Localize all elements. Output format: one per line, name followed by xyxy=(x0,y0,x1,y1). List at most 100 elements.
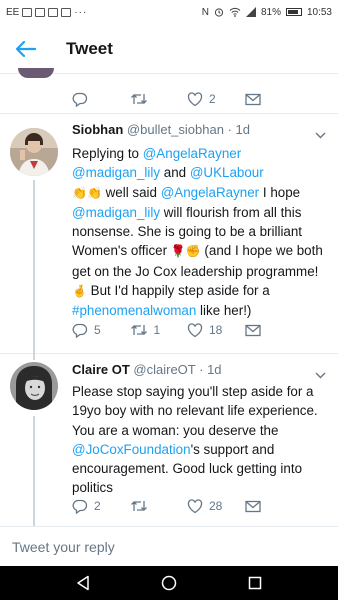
share-button[interactable] xyxy=(244,324,303,337)
thread-line xyxy=(33,180,35,354)
alarm-icon xyxy=(214,8,224,17)
system-icons: N 81% 10:53 xyxy=(202,7,332,18)
display-name[interactable]: Claire OT xyxy=(72,362,130,377)
reply-input[interactable]: Tweet your reply xyxy=(0,526,338,566)
retweet-count: 1 xyxy=(153,323,161,337)
nav-back-button[interactable] xyxy=(63,566,103,600)
thread-line xyxy=(33,416,35,526)
body-text: well said xyxy=(101,184,161,200)
battery-icon xyxy=(285,8,302,16)
chevron-down-icon xyxy=(315,372,326,379)
reply-icon xyxy=(72,499,88,514)
tweet-text: Replying to @AngelaRayner @madigan_lily … xyxy=(72,144,334,321)
body-text: Please stop saying you'll step aside for… xyxy=(72,384,318,438)
reply-button[interactable] xyxy=(72,91,130,107)
retweet-icon xyxy=(130,94,147,104)
tweet-actions: 2 28 xyxy=(72,498,302,514)
retweet-button[interactable] xyxy=(130,92,188,106)
like-button[interactable]: 28 xyxy=(187,498,245,514)
mail-icon xyxy=(22,7,33,17)
top-app-bar: Tweet xyxy=(0,24,338,74)
heart-icon xyxy=(187,322,203,337)
facebook-icon xyxy=(61,7,72,17)
display-name[interactable]: Siobhan xyxy=(72,122,123,137)
like-count: 2 xyxy=(209,92,216,106)
retweet-icon xyxy=(130,501,147,511)
mail-icon xyxy=(244,500,261,512)
like-button[interactable]: 2 xyxy=(187,91,245,107)
mention-link[interactable]: @AngelaRayner xyxy=(161,185,259,200)
replying-label: Replying to xyxy=(72,146,143,161)
reply-count: 2 xyxy=(94,499,101,513)
like-count: 28 xyxy=(209,499,223,513)
profile-photo xyxy=(10,362,58,410)
mention-link[interactable]: @AngelaRayner xyxy=(143,146,241,161)
back-button[interactable] xyxy=(0,24,52,74)
tweet-siobhan[interactable]: Siobhan @bullet_siobhan · 1d Replying to… xyxy=(0,114,338,354)
wifi-icon xyxy=(229,7,241,17)
triangle-back-icon xyxy=(77,575,89,591)
tweet-text: Please stop saying you'll step aside for… xyxy=(72,382,334,498)
hashtag-link[interactable]: #phenomenalwoman xyxy=(72,303,196,318)
previous-tweet[interactable]: 2 xyxy=(0,68,338,114)
mention-link[interactable]: @madigan_lily xyxy=(72,165,160,180)
notification-icons: EE ··· xyxy=(6,7,87,18)
reply-button[interactable]: 2 xyxy=(72,498,130,514)
clapping-hands-icon: 👏👏 xyxy=(72,185,102,200)
nav-home-button[interactable] xyxy=(149,566,189,600)
retweet-icon xyxy=(130,325,147,335)
page-title: Tweet xyxy=(66,38,113,58)
body-text: But I'd happily step aside for a xyxy=(86,283,270,299)
more-notifications-icon: ··· xyxy=(74,6,88,18)
thread-line xyxy=(33,354,35,360)
system-navigation-bar xyxy=(0,566,338,600)
more-options-button[interactable] xyxy=(315,126,326,144)
app-icon xyxy=(48,7,59,17)
mail-icon xyxy=(244,93,261,105)
chevron-down-icon xyxy=(315,132,326,139)
share-button[interactable] xyxy=(244,500,303,513)
avatar[interactable] xyxy=(10,128,58,176)
arrow-left-icon xyxy=(16,40,36,57)
username[interactable]: @bullet_siobhan xyxy=(127,122,224,137)
tweet-claire[interactable]: Claire OT @claireOT · 1d Please stop say… xyxy=(0,354,338,526)
reply-count: 5 xyxy=(94,323,101,337)
conjunction-text: and xyxy=(160,165,190,181)
reply-icon xyxy=(72,323,88,338)
reply-button[interactable]: 5 xyxy=(72,322,130,338)
carrier-label: EE xyxy=(6,6,20,18)
mention-link[interactable]: @madigan_lily xyxy=(72,205,160,220)
reply-placeholder: Tweet your reply xyxy=(12,538,115,555)
mention-link[interactable]: @JoCoxFoundation xyxy=(72,442,191,457)
mention-link[interactable]: @UKLabour xyxy=(190,165,264,180)
clock: 10:53 xyxy=(306,6,332,18)
battery-percent: 81% xyxy=(260,6,281,18)
avatar[interactable] xyxy=(10,362,58,410)
crossed-fingers-icon: 🤞 xyxy=(72,284,87,299)
reply-icon xyxy=(72,92,88,107)
tweet-header: Siobhan @bullet_siobhan · 1d xyxy=(72,122,250,137)
heart-icon xyxy=(187,498,203,513)
heart-icon xyxy=(187,91,203,106)
body-text: like her!) xyxy=(196,303,252,319)
status-bar: EE ··· N 81% 10:53 xyxy=(0,0,338,24)
share-button[interactable] xyxy=(244,93,303,106)
rose-icon: 🌹✊ xyxy=(170,244,201,259)
tweet-actions: 2 xyxy=(72,91,302,107)
nav-recents-button[interactable] xyxy=(235,566,275,600)
circle-home-icon xyxy=(161,575,177,591)
signal-icon xyxy=(245,7,256,17)
profile-photo xyxy=(10,128,58,176)
nfc-icon: N xyxy=(201,6,209,18)
retweet-button[interactable] xyxy=(130,499,188,513)
timestamp: · 1d xyxy=(199,362,222,377)
mail-icon xyxy=(244,324,261,336)
retweet-button[interactable]: 1 xyxy=(130,323,188,337)
like-count: 18 xyxy=(209,323,223,337)
square-recents-icon xyxy=(248,576,262,590)
avatar xyxy=(18,68,54,78)
tweet-header: Claire OT @claireOT · 1d xyxy=(72,362,222,377)
username[interactable]: @claireOT xyxy=(133,362,195,377)
like-button[interactable]: 18 xyxy=(187,322,245,338)
image-icon xyxy=(35,7,46,17)
